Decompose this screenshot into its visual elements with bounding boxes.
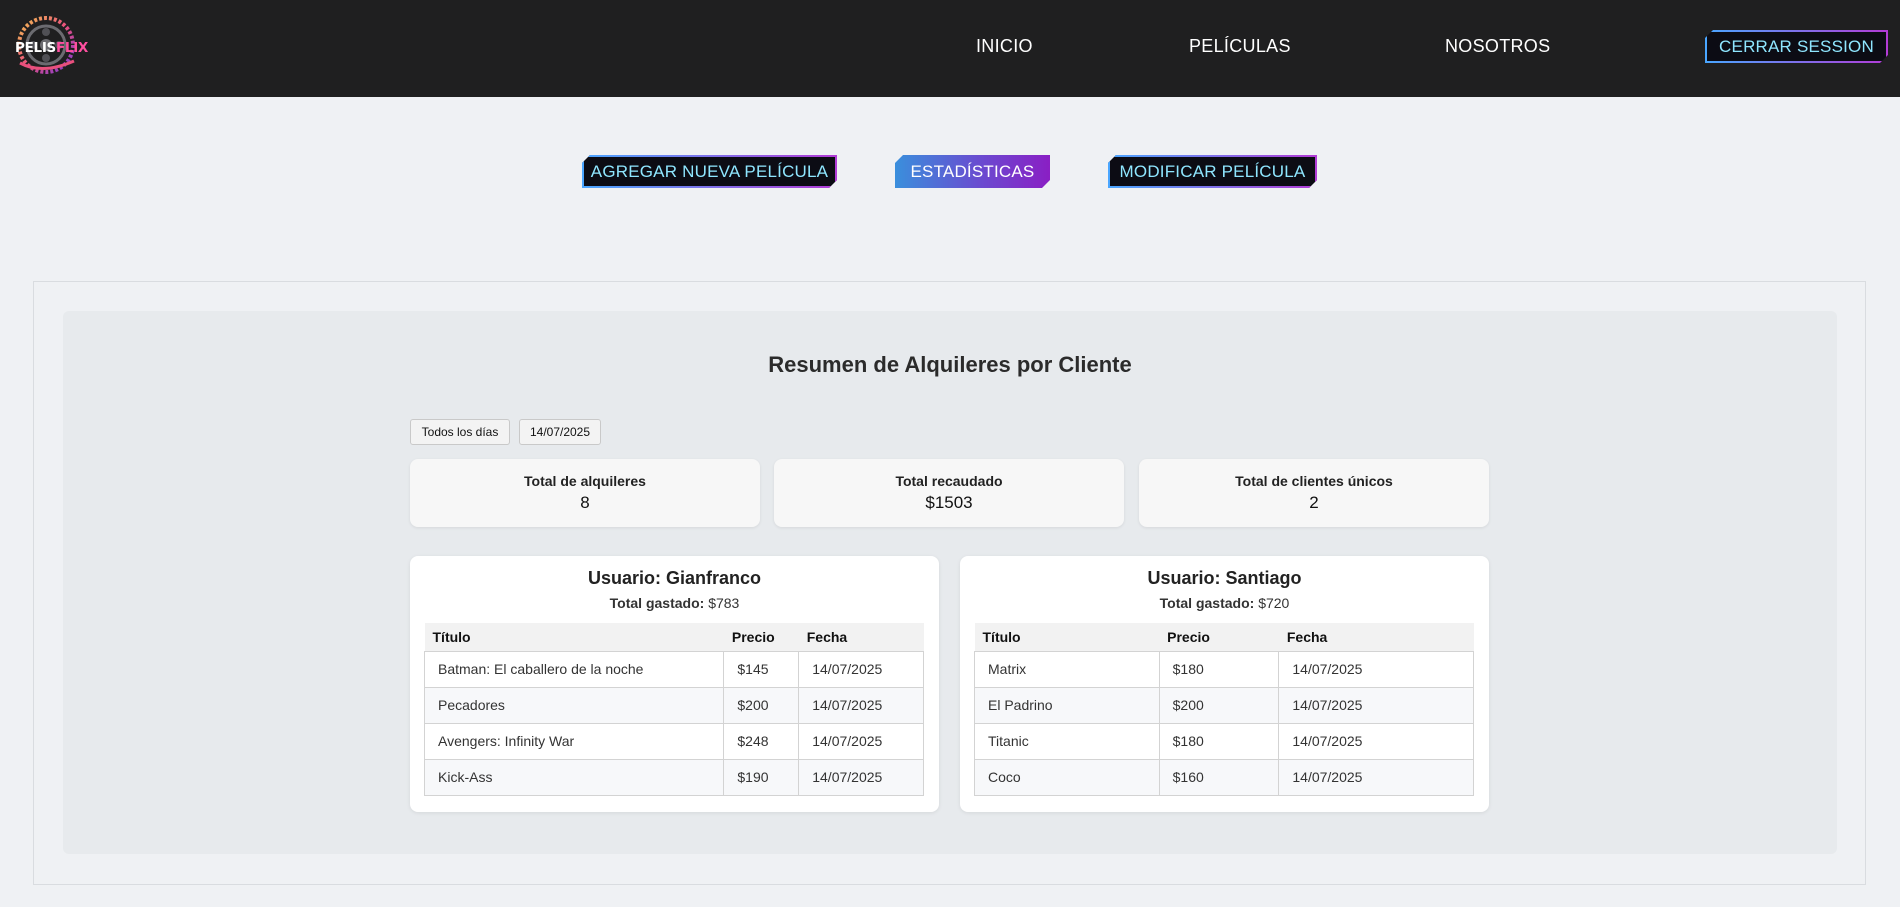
rental-price: $160: [1158, 758, 1280, 796]
rental-title: Coco: [974, 758, 1160, 796]
rental-price: $248: [723, 722, 800, 760]
stat-label: Total recaudado: [895, 473, 1003, 489]
rental-date: 14/07/2025: [1278, 722, 1474, 760]
filter-all-days-button[interactable]: Todos los días: [410, 419, 510, 445]
stat-card-total-revenue: Total recaudado $1503: [774, 459, 1124, 527]
user-card-gianfranco: Usuario: Gianfranco Total gastado: $783 …: [410, 556, 939, 812]
table-row: El Padrino $200 14/07/2025: [974, 686, 1474, 724]
rental-title: Avengers: Infinity War: [423, 722, 725, 760]
total-spent-value: $783: [708, 595, 740, 611]
rental-price: $190: [723, 758, 800, 796]
statistics-button[interactable]: ESTADÍSTICAS: [895, 155, 1050, 188]
logout-button[interactable]: CERRAR SESSION: [1705, 30, 1888, 63]
rental-date: 14/07/2025: [1278, 650, 1474, 688]
user-total-spent: Total gastado: $783: [410, 595, 939, 611]
column-header-price: Precio: [723, 623, 799, 651]
rental-title: Kick-Ass: [423, 758, 725, 796]
column-header-date: Fecha: [1278, 623, 1474, 651]
rental-price: $200: [1158, 686, 1280, 724]
stat-label: Total de clientes únicos: [1235, 473, 1393, 489]
add-movie-button[interactable]: AGREGAR NUEVA PELÍCULA: [582, 155, 837, 188]
rental-title: Titanic: [974, 722, 1160, 760]
rental-date: 14/07/2025: [798, 758, 924, 796]
rental-title: Batman: El caballero de la noche: [423, 650, 725, 688]
top-navbar: PELISFLIX INICIO PELÍCULAS NOSOTROS CERR…: [0, 0, 1900, 97]
table-row: Kick-Ass $190 14/07/2025: [423, 758, 924, 796]
rentals-table: Título Precio Fecha Matrix $180 14/07/20…: [974, 623, 1474, 796]
stat-card-total-rentals: Total de alquileres 8: [410, 459, 760, 527]
rental-price: $145: [723, 650, 800, 688]
brand-name-part2: FLIX: [55, 40, 89, 56]
rental-title: Matrix: [974, 650, 1160, 688]
nav-link-peliculas[interactable]: PELÍCULAS: [1189, 36, 1291, 57]
column-header-price: Precio: [1159, 623, 1279, 651]
modify-movie-button[interactable]: MODIFICAR PELÍCULA: [1108, 155, 1317, 188]
rental-date: 14/07/2025: [1278, 758, 1474, 796]
rental-price: $200: [723, 686, 800, 724]
total-spent-value: $720: [1258, 595, 1290, 611]
table-row: Batman: El caballero de la noche $145 14…: [423, 650, 924, 688]
table-row: Pecadores $200 14/07/2025: [423, 686, 924, 724]
nav-link-nosotros[interactable]: NOSOTROS: [1445, 36, 1550, 57]
table-row: Titanic $180 14/07/2025: [974, 722, 1474, 760]
brand-name: PELISFLIX: [15, 40, 88, 56]
filter-date-button[interactable]: 14/07/2025: [519, 419, 601, 445]
table-row: Matrix $180 14/07/2025: [974, 650, 1474, 688]
rental-price: $180: [1158, 650, 1280, 688]
brand-name-part1: PELIS: [15, 40, 56, 56]
stat-value: 8: [580, 493, 590, 512]
user-name: Usuario: Gianfranco: [587, 568, 762, 588]
stat-value: $1503: [925, 493, 973, 512]
column-header-date: Fecha: [798, 623, 924, 651]
rental-date: 14/07/2025: [798, 722, 924, 760]
table-header-row: Título Precio Fecha: [424, 623, 924, 651]
stat-value: 2: [1309, 493, 1319, 512]
rental-title: El Padrino: [974, 686, 1160, 724]
user-card-santiago: Usuario: Santiago Total gastado: $720 Tí…: [960, 556, 1489, 812]
table-row: Avengers: Infinity War $248 14/07/2025: [423, 722, 924, 760]
pelisflix-logo[interactable]: PELISFLIX: [12, 13, 88, 77]
stat-label: Total de alquileres: [524, 473, 646, 489]
user-name: Usuario: Santiago: [1147, 568, 1302, 588]
total-spent-label: Total gastado:: [609, 595, 705, 611]
rental-date: 14/07/2025: [798, 686, 924, 724]
summary-title: Resumen de Alquileres por Cliente: [768, 352, 1132, 377]
rental-date: 14/07/2025: [798, 650, 924, 688]
column-header-title: Título: [974, 623, 1160, 651]
user-total-spent: Total gastado: $720: [960, 595, 1489, 611]
summary-panel: [63, 311, 1837, 854]
rental-price: $180: [1158, 722, 1280, 760]
table-header-row: Título Precio Fecha: [974, 623, 1474, 651]
column-header-title: Título: [424, 623, 724, 651]
rentals-table: Título Precio Fecha Batman: El caballero…: [423, 623, 924, 796]
total-spent-label: Total gastado:: [1159, 595, 1255, 611]
stat-card-unique-clients: Total de clientes únicos 2: [1139, 459, 1489, 527]
nav-link-inicio[interactable]: INICIO: [976, 36, 1033, 57]
rental-title: Pecadores: [423, 686, 725, 724]
table-row: Coco $160 14/07/2025: [974, 758, 1474, 796]
rental-date: 14/07/2025: [1278, 686, 1474, 724]
